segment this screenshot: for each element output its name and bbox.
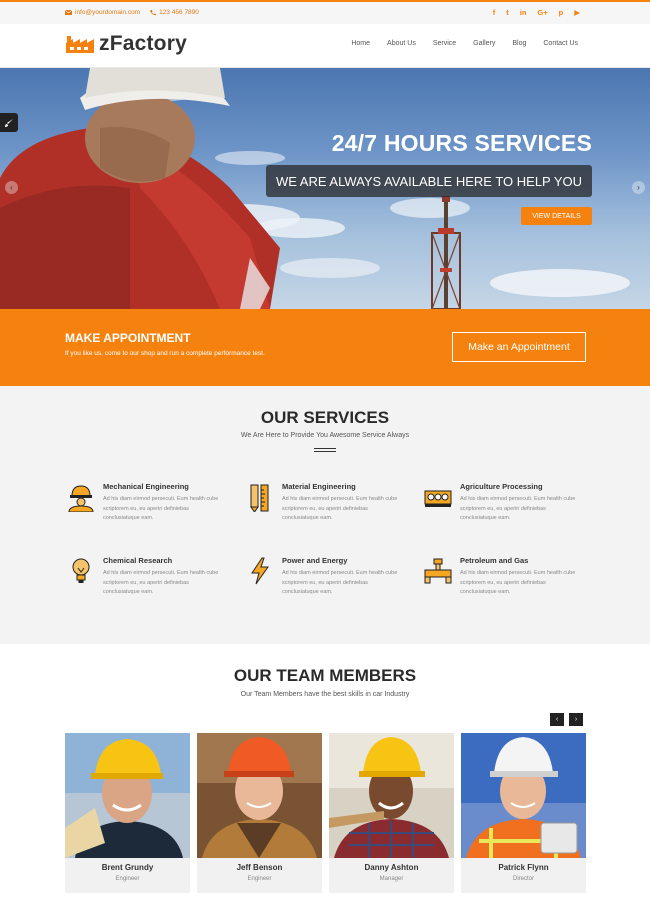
- service-name: Petroleum and Gas: [460, 556, 529, 565]
- team-member-card[interactable]: Danny Ashton Manager: [329, 733, 454, 893]
- section-divider: [314, 448, 336, 452]
- lightning-icon: [251, 557, 269, 585]
- site-header: zFactory Home About Us Service Gallery B…: [0, 24, 650, 68]
- email-link[interactable]: info@yourdomain.com: [65, 9, 140, 16]
- service-name: Mechanical Engineering: [103, 482, 189, 491]
- service-description: Ad his diam eirmod persecuti. Eum health…: [460, 570, 576, 595]
- top-bar: info@yourdomain.com 123 456 7890 f t in …: [0, 0, 650, 24]
- service-description: Ad his diam eirmod persecuti. Eum health…: [282, 496, 398, 521]
- team-next-button[interactable]: ›: [569, 713, 583, 726]
- service-name: Chemical Research: [103, 556, 173, 565]
- service-description: Ad his diam eirmod persecuti. Eum health…: [460, 496, 576, 521]
- nav-about-us[interactable]: About Us: [387, 40, 416, 47]
- paintbrush-icon: [5, 118, 13, 127]
- envelope-icon: [65, 10, 72, 15]
- contact-info: info@yourdomain.com 123 456 7890: [65, 9, 199, 16]
- lightbulb-icon: [72, 558, 90, 583]
- logo[interactable]: zFactory: [65, 32, 187, 56]
- logo-text: zFactory: [99, 32, 187, 55]
- email-text: info@yourdomain.com: [75, 9, 141, 16]
- member-photo: [197, 733, 322, 858]
- google-plus-icon[interactable]: G+: [537, 7, 547, 19]
- service-name: Material Engineering: [282, 482, 356, 491]
- service-name: Agriculture Processing: [460, 482, 543, 491]
- twitter-icon[interactable]: t: [506, 7, 509, 19]
- services-subtitle: We Are Here to Provide You Awesome Servi…: [240, 432, 410, 439]
- make-appointment-button[interactable]: Make an Appointment: [452, 332, 586, 362]
- pipeline-icon: [424, 558, 452, 584]
- engineer-icon: [68, 485, 94, 512]
- member-photo: [461, 733, 586, 858]
- social-links: f t in G+ p ▶: [493, 7, 580, 19]
- facebook-icon[interactable]: f: [493, 7, 496, 19]
- team-member-card[interactable]: Brent Grundy Engineer: [65, 733, 190, 893]
- slider-prev-button[interactable]: ‹: [5, 181, 18, 194]
- team-member-card[interactable]: Jeff Benson Engineer: [197, 733, 322, 893]
- service-description: Ad his diam eirmod persecuti. Eum health…: [282, 570, 398, 595]
- nav-home[interactable]: Home: [351, 40, 370, 47]
- team-section: OUR TEAM MEMBERS Our Team Members have t…: [0, 644, 650, 913]
- slider-next-button[interactable]: ›: [632, 181, 645, 194]
- member-name: Patrick Flynn: [498, 863, 549, 872]
- member-role: Engineer: [247, 876, 272, 882]
- hero-subtitle: WE ARE ALWAYS AVAILABLE HERE TO HELP YOU: [275, 173, 583, 189]
- hero-subtitle-box: WE ARE ALWAYS AVAILABLE HERE TO HELP YOU: [266, 165, 592, 197]
- style-switcher-button[interactable]: [0, 113, 18, 132]
- pencil-ruler-icon: [250, 484, 269, 512]
- team-member-card[interactable]: Patrick Flynn Director: [461, 733, 586, 893]
- team-subtitle: Our Team Members have the best skills in…: [240, 691, 410, 698]
- youtube-icon[interactable]: ▶: [574, 7, 580, 19]
- service-name: Power and Energy: [282, 556, 348, 565]
- member-photo: [65, 733, 190, 858]
- services-title: OUR SERVICES: [260, 408, 390, 427]
- factory-logo-icon: [66, 36, 94, 53]
- pinterest-icon[interactable]: p: [559, 7, 564, 19]
- phone-text: 123 456 7890: [159, 9, 199, 16]
- member-role: Manager: [379, 876, 404, 882]
- service-description: Ad his diam eirmod persecuti. Eum health…: [103, 496, 219, 521]
- main-nav: Home About Us Service Gallery Blog Conta…: [351, 40, 578, 47]
- linkedin-icon[interactable]: in: [520, 7, 527, 19]
- phone-icon: [150, 9, 157, 15]
- service-description: Ad his diam eirmod persecuti. Eum health…: [103, 570, 219, 595]
- member-name: Danny Ashton: [364, 863, 419, 872]
- worker-graphic: [0, 68, 280, 309]
- hero-title: 24/7 HOURS SERVICES: [331, 130, 592, 156]
- nav-gallery[interactable]: Gallery: [473, 40, 495, 47]
- member-role: Engineer: [115, 876, 140, 882]
- view-details-button[interactable]: VIEW DETAILS: [521, 207, 592, 225]
- team-title: OUR TEAM MEMBERS: [233, 666, 417, 685]
- member-role: Director: [512, 876, 534, 882]
- appointment-text: If you like us, come to our shop and run…: [65, 350, 265, 357]
- tractor-icon: [424, 490, 452, 507]
- nav-contact-us[interactable]: Contact Us: [543, 40, 578, 47]
- member-name: Brent Grundy: [101, 863, 154, 872]
- member-name: Jeff Benson: [236, 863, 283, 872]
- nav-service[interactable]: Service: [433, 40, 456, 47]
- services-section: OUR SERVICES We Are Here to Provide You …: [0, 386, 650, 644]
- appointment-banner: MAKE APPOINTMENT If you like us, come to…: [0, 309, 650, 386]
- team-prev-button[interactable]: ‹: [550, 713, 564, 726]
- hero-slider: ‹ › 24/7 HOURS SERVICES WE ARE ALWAYS AV…: [0, 68, 650, 309]
- nav-blog[interactable]: Blog: [512, 40, 526, 47]
- member-photo: [329, 733, 454, 858]
- appointment-heading: MAKE APPOINTMENT: [65, 331, 191, 345]
- phone-link[interactable]: 123 456 7890: [150, 9, 199, 16]
